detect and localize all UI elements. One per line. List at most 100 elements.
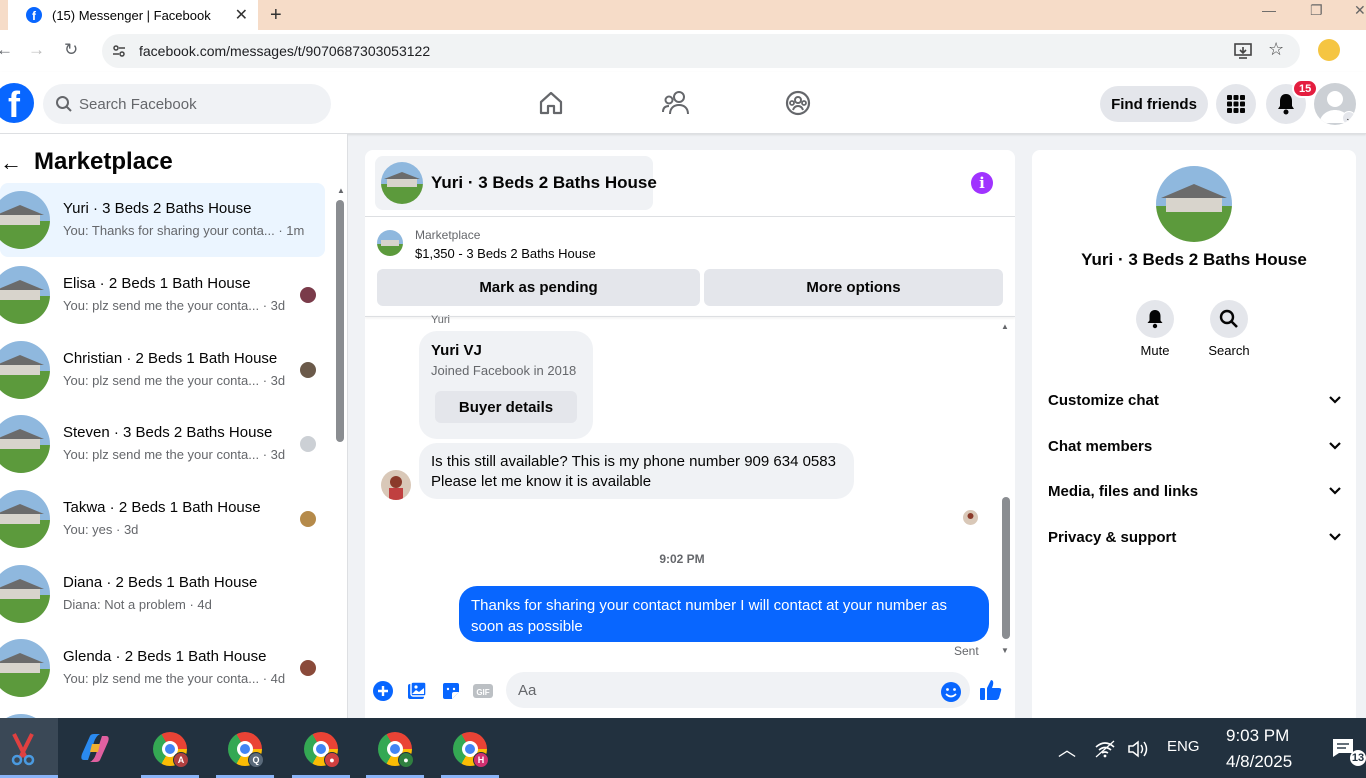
new-tab-icon[interactable]: +	[270, 4, 282, 27]
incoming-message[interactable]: Is this still available? This is my phon…	[419, 443, 854, 499]
mute-button[interactable]	[1136, 300, 1174, 338]
profile-avatar[interactable]: ⌄	[1314, 83, 1356, 125]
sender-label: Yuri	[431, 314, 450, 326]
media-files-links-row[interactable]: Media, files and links	[1048, 471, 1342, 511]
browser-tab[interactable]: f (15) Messenger | Facebook ✕	[8, 0, 258, 30]
facebook-search[interactable]: Search Facebook	[43, 84, 331, 124]
search-in-chat-button[interactable]	[1210, 300, 1248, 338]
scroll-down-icon[interactable]: ▼	[1001, 646, 1009, 655]
install-app-icon[interactable]	[1234, 42, 1252, 60]
copilot-app[interactable]	[66, 718, 124, 778]
minimize-icon[interactable]: —	[1262, 2, 1276, 18]
clock-date[interactable]: 4/8/2025	[1226, 752, 1292, 772]
chrome-icon: H	[453, 732, 489, 768]
info-icon[interactable]: i	[971, 172, 993, 194]
listing-thumbnail	[0, 415, 50, 473]
incoming-message-line: Is this still available? This is my phon…	[431, 453, 836, 470]
seen-avatar	[963, 510, 978, 525]
mark-as-pending-button[interactable]: Mark as pending	[377, 269, 700, 306]
facebook-logo-icon[interactable]: f	[0, 83, 34, 123]
chrome-profile-a-app[interactable]: A	[141, 718, 199, 778]
conversation-preview: You: Thanks for sharing your conta... · …	[63, 223, 305, 238]
url-field[interactable]: facebook.com/messages/t/9070687303053122	[102, 34, 1300, 68]
listing-price[interactable]: $1,350 - 3 Beds 2 Baths House	[415, 246, 596, 261]
listing-thumbnail[interactable]	[377, 230, 403, 256]
chrome-profile-q-app[interactable]: Q	[216, 718, 274, 778]
seen-avatar	[300, 436, 316, 452]
gif-icon[interactable]: GIF	[473, 681, 493, 701]
chrome-profile-3-app[interactable]: ●	[292, 718, 350, 778]
add-plus-icon[interactable]	[373, 681, 393, 701]
sticker-icon[interactable]	[441, 681, 461, 701]
listing-thumbnail[interactable]	[1156, 166, 1232, 242]
conversation-item[interactable]: Yuri · 3 Beds 2 Baths House You: Thanks …	[0, 183, 325, 257]
chevron-down-icon	[1329, 533, 1341, 541]
volume-icon[interactable]	[1128, 740, 1150, 758]
show-hidden-icons-chevron-icon[interactable]: ︿	[1058, 736, 1076, 762]
search-label: Search	[1208, 343, 1250, 358]
scroll-up-icon[interactable]: ▲	[337, 186, 345, 195]
listing-thumbnail	[0, 191, 50, 249]
conversation-item[interactable]: Takwa · 2 Beds 1 Bath House You: yes · 3…	[0, 482, 325, 556]
site-settings-icon[interactable]	[112, 44, 126, 58]
forward-icon[interactable]: →	[28, 40, 45, 60]
more-options-button[interactable]: More options	[704, 269, 1003, 306]
listing-thumbnail	[0, 565, 50, 623]
listing-thumbnail	[0, 266, 50, 324]
sender-avatar[interactable]	[381, 470, 411, 500]
chrome-profile-4-app[interactable]: ●	[366, 718, 424, 778]
browser-profile-icon[interactable]	[1318, 39, 1340, 61]
conversation-item[interactable]: Steven · 3 Beds 2 Baths House You: plz s…	[0, 407, 325, 481]
restore-icon[interactable]: ❐	[1310, 2, 1323, 19]
reload-icon[interactable]: ↻	[64, 40, 78, 60]
conversation-item[interactable]: Elisa · 2 Beds 1 Bath House You: plz sen…	[0, 258, 325, 332]
listing-thumbnail	[381, 162, 423, 204]
details-title: Yuri · 3 Beds 2 Baths House	[1081, 250, 1307, 269]
chrome-icon: Q	[228, 732, 264, 768]
groups-icon[interactable]	[785, 90, 811, 116]
taskbar-notification-badge: 13	[1350, 750, 1366, 766]
photo-icon[interactable]	[407, 681, 427, 701]
conversation-item[interactable]: Glenda · 2 Beds 1 Bath House You: plz se…	[0, 631, 325, 705]
privacy-support-row[interactable]: Privacy & support	[1048, 517, 1342, 557]
message-timestamp: 9:02 PM	[659, 552, 705, 566]
find-friends-button[interactable]: Find friends	[1100, 86, 1208, 122]
scroll-up-icon[interactable]: ▲	[1001, 322, 1009, 331]
section-label: Chat members	[1048, 437, 1153, 455]
clock-time[interactable]: 9:03 PM	[1226, 726, 1289, 746]
snipping-tool-app[interactable]	[0, 718, 58, 778]
language-indicator[interactable]: ENG	[1167, 738, 1200, 755]
buyer-details-button[interactable]: Buyer details	[435, 391, 577, 423]
friends-icon[interactable]	[662, 90, 690, 116]
bell-icon	[1278, 94, 1294, 115]
bookmark-star-icon[interactable]: ☆	[1268, 39, 1284, 60]
messages-scrollbar[interactable]	[1002, 497, 1010, 639]
chat-header-button[interactable]: Yuri · 3 Beds 2 Baths House	[375, 156, 657, 210]
home-icon[interactable]	[538, 90, 564, 116]
chrome-profile-h-app[interactable]: H	[441, 718, 499, 778]
marketplace-chat-list: ← Marketplace Yuri · 3 Beds 2 Baths Hous…	[0, 134, 348, 718]
wifi-icon[interactable]	[1094, 740, 1116, 758]
conversation-preview: You: plz send me the your conta... · 3d	[63, 447, 286, 462]
search-icon	[1219, 309, 1238, 328]
window-close-icon[interactable]: ✕	[1354, 2, 1366, 19]
chat-members-row[interactable]: Chat members	[1048, 426, 1342, 466]
back-icon[interactable]: ←	[0, 40, 13, 60]
customize-chat-row[interactable]: Customize chat	[1048, 380, 1342, 420]
message-input[interactable]	[506, 672, 970, 708]
conversation-item[interactable]: Diana · 2 Beds 1 Bath House Diana: Not a…	[0, 557, 325, 631]
conversation-item[interactable]	[0, 706, 325, 718]
facebook-header: f Search Facebook Find friends ⌄	[0, 72, 1366, 134]
conversation-item[interactable]: Christian · 2 Beds 1 Bath House You: plz…	[0, 333, 325, 407]
url-text: facebook.com/messages/t/9070687303053122	[139, 43, 431, 59]
chat-list-scrollbar[interactable]	[336, 200, 344, 442]
thumbs-up-icon[interactable]	[979, 678, 1003, 702]
back-arrow-icon[interactable]: ←	[0, 150, 22, 176]
listing-label: Marketplace	[415, 228, 481, 242]
outgoing-message[interactable]: Thanks for sharing your contact number I…	[459, 586, 989, 642]
chat-details-panel: Yuri · 3 Beds 2 Baths House Mute Search …	[1032, 150, 1356, 720]
menu-button[interactable]	[1216, 84, 1256, 124]
emoji-icon[interactable]	[940, 681, 962, 703]
close-tab-icon[interactable]: ✕	[235, 5, 248, 25]
seen-avatar	[300, 362, 316, 378]
